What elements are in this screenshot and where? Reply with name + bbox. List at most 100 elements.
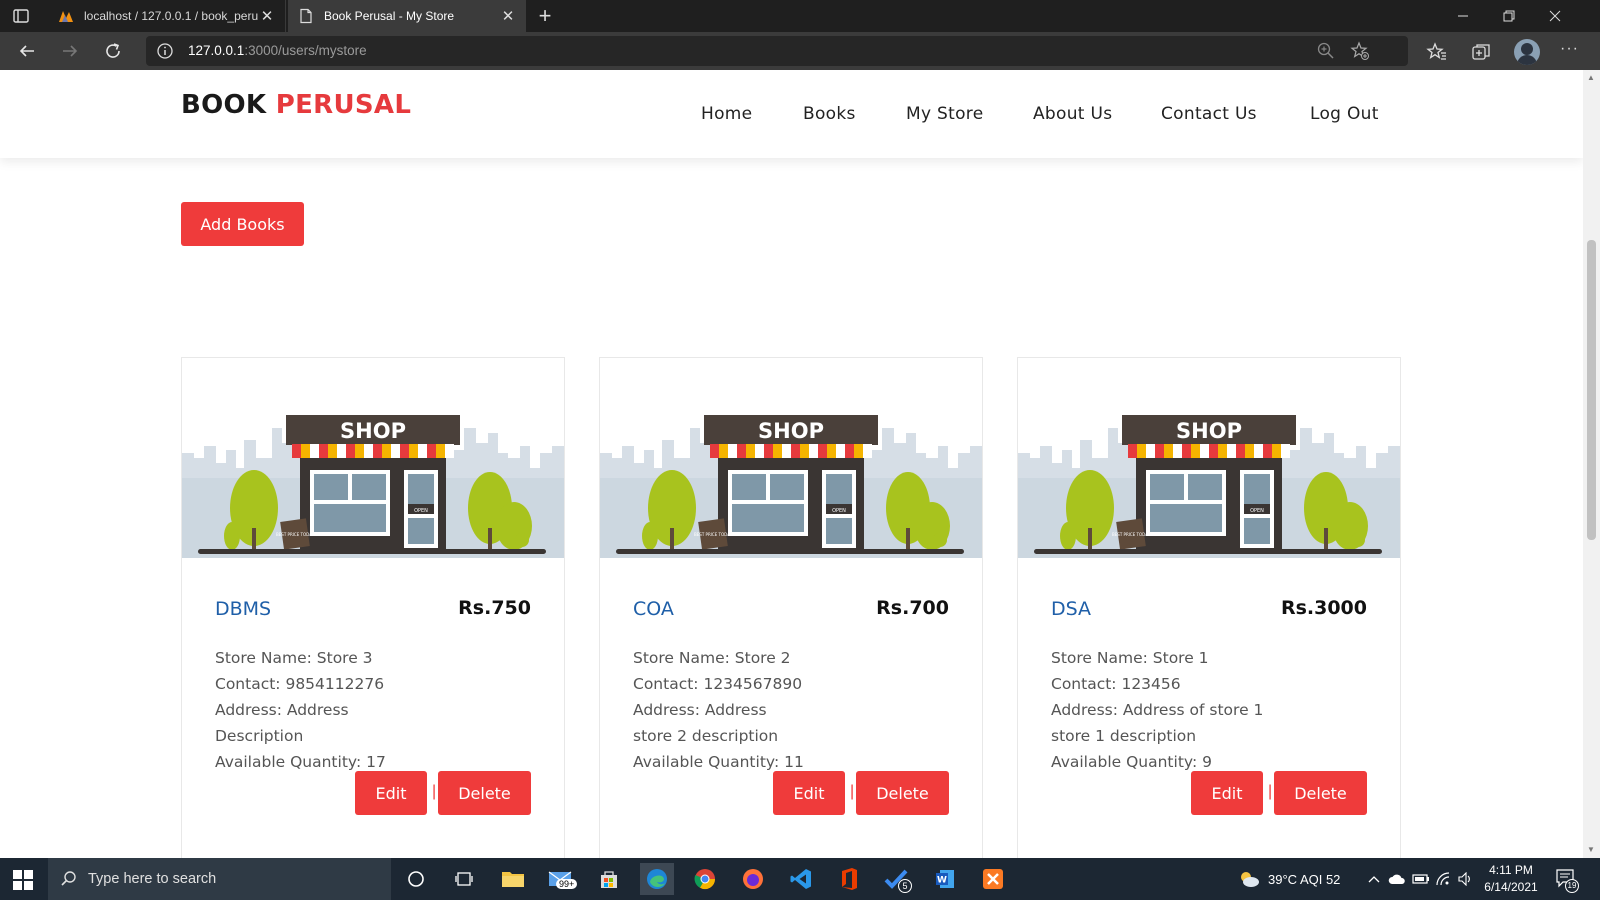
book-name[interactable]: COA: [633, 598, 674, 620]
windows-start-icon[interactable]: [12, 869, 34, 891]
edit-button[interactable]: Edit: [1191, 771, 1263, 815]
site-logo[interactable]: BOOK PERUSAL: [181, 90, 411, 120]
task-view-button[interactable]: [447, 863, 481, 895]
best-price-sign-text: BEST PRICE TODAY: [1112, 532, 1151, 537]
url-host: 127.0.0.1: [188, 43, 245, 58]
store-address: Address: Address of store 1: [1051, 701, 1264, 719]
phpmyadmin-favicon-icon: [59, 11, 73, 22]
shop-illustration-icon: SHOP OPEN BEST PRICE TODAY: [1018, 358, 1400, 558]
show-hidden-icons-button[interactable]: [1368, 858, 1380, 900]
nav-link-contact-us[interactable]: Contact Us: [1161, 104, 1257, 124]
close-icon: [1549, 10, 1561, 22]
edit-button[interactable]: Edit: [355, 771, 427, 815]
svg-text:W: W: [937, 876, 947, 886]
search-icon: [61, 871, 76, 886]
book-name[interactable]: DSA: [1051, 598, 1091, 620]
nav-link-books[interactable]: Books: [803, 104, 856, 124]
browser-tab-phpmyadmin[interactable]: localhost / 127.0.0.1 / book_peru ✕: [48, 0, 286, 32]
avatar-body: [1517, 55, 1537, 65]
nav-link-home[interactable]: Home: [701, 104, 752, 124]
open-sign-text: OPEN: [414, 508, 428, 514]
page-scrollbar[interactable]: ▲ ▼: [1583, 70, 1600, 858]
logo-text-book: BOOK: [181, 90, 267, 120]
office-button[interactable]: [832, 863, 866, 895]
nav-link-log-out[interactable]: Log Out: [1310, 104, 1379, 124]
address-bar[interactable]: 127.0.0.1:3000/users/mystore: [146, 36, 1408, 66]
delete-button[interactable]: Delete: [438, 771, 531, 815]
scroll-down-icon[interactable]: ▼: [1587, 845, 1595, 854]
button-separator: |: [1268, 783, 1273, 800]
site-info-icon[interactable]: [156, 42, 174, 60]
taskbar-search-box[interactable]: Type here to search: [48, 858, 391, 900]
shop-sign-text: SHOP: [758, 419, 824, 443]
clock-time: 4:11 PM: [1489, 863, 1533, 877]
book-name[interactable]: DBMS: [215, 598, 271, 620]
firefox-button[interactable]: [736, 863, 770, 895]
delete-button[interactable]: Delete: [1274, 771, 1367, 815]
profile-avatar[interactable]: [1514, 39, 1540, 65]
shop-illustration-icon: SHOP OPEN BEST PRICE TODAY: [600, 358, 982, 558]
edge-browser-button[interactable]: [640, 863, 674, 895]
collections-icon[interactable]: [1470, 41, 1492, 63]
microsoft-store-icon: [601, 871, 617, 888]
new-tab-button[interactable]: +: [533, 4, 557, 28]
scroll-up-icon[interactable]: ▲: [1587, 73, 1595, 82]
book-price: Rs.700: [876, 597, 949, 619]
cortana-button[interactable]: [399, 863, 433, 895]
weather-widget[interactable]: 39°C AQI 52: [1238, 858, 1340, 900]
add-books-button[interactable]: Add Books: [181, 202, 304, 246]
chevron-up-icon: [1368, 876, 1380, 883]
restore-window-button[interactable]: [1486, 0, 1532, 32]
edge-icon: [647, 869, 667, 889]
open-sign-text: OPEN: [1250, 508, 1264, 514]
delete-button[interactable]: Delete: [856, 771, 949, 815]
close-window-button[interactable]: [1532, 0, 1578, 32]
back-button[interactable]: [14, 38, 40, 64]
vscode-button[interactable]: [784, 863, 818, 895]
browser-tab-my-store[interactable]: Book Perusal - My Store ✕: [288, 0, 526, 32]
add-favorite-star-icon[interactable]: [1350, 41, 1370, 61]
action-center-button[interactable]: 19: [1555, 867, 1579, 893]
chrome-button[interactable]: [688, 863, 722, 895]
onedrive-tray-icon[interactable]: [1388, 858, 1406, 900]
browser-toolbar: 127.0.0.1:3000/users/mystore ···: [0, 32, 1600, 70]
favorites-icon[interactable]: [1426, 41, 1448, 63]
forward-button[interactable]: [57, 38, 83, 64]
reload-button[interactable]: [100, 38, 126, 64]
shop-sign-text: SHOP: [1176, 419, 1242, 443]
edit-button[interactable]: Edit: [773, 771, 845, 815]
cortana-circle-icon: [408, 871, 424, 887]
store-book-card: SHOP OPEN BEST PRICE TODAY: [181, 357, 565, 858]
best-price-sign-text: BEST PRICE TODAY: [694, 532, 733, 537]
volume-tray-icon[interactable]: [1458, 858, 1474, 900]
store-description: store 2 description: [633, 727, 779, 745]
button-separator: |: [432, 783, 437, 800]
scrollbar-thumb[interactable]: [1587, 240, 1596, 540]
nav-link-about-us[interactable]: About Us: [1033, 104, 1112, 124]
store-description: store 1 description: [1051, 727, 1197, 745]
battery-tray-icon[interactable]: [1412, 858, 1430, 900]
open-sign-text: OPEN: [832, 508, 846, 514]
close-tab-icon[interactable]: ✕: [259, 7, 275, 25]
nav-link-my-store[interactable]: My Store: [906, 104, 983, 124]
store-app-button[interactable]: [592, 863, 626, 895]
tab-actions-icon[interactable]: [12, 7, 30, 25]
more-options-icon[interactable]: ···: [1560, 40, 1579, 58]
book-price: Rs.750: [458, 597, 531, 619]
cloud-icon: [1388, 874, 1405, 884]
zoom-icon[interactable]: [1316, 41, 1336, 61]
mail-button[interactable]: 99+: [544, 863, 578, 895]
todo-button[interactable]: 5: [880, 863, 914, 895]
store-contact: Contact: 1234567890: [633, 675, 803, 693]
wifi-tray-icon[interactable]: [1436, 858, 1452, 900]
xampp-button[interactable]: [976, 863, 1010, 895]
word-button[interactable]: W: [928, 863, 962, 895]
forward-arrow-icon: [63, 45, 78, 57]
button-separator: |: [850, 783, 855, 800]
xampp-icon: [983, 869, 1003, 889]
store-name: Store Name: Store 1: [1051, 649, 1209, 667]
system-clock[interactable]: 4:11 PM 6/14/2021: [1476, 862, 1546, 896]
close-tab-icon[interactable]: ✕: [500, 7, 516, 25]
file-explorer-button[interactable]: [496, 863, 530, 895]
minimize-window-button[interactable]: [1440, 0, 1486, 32]
